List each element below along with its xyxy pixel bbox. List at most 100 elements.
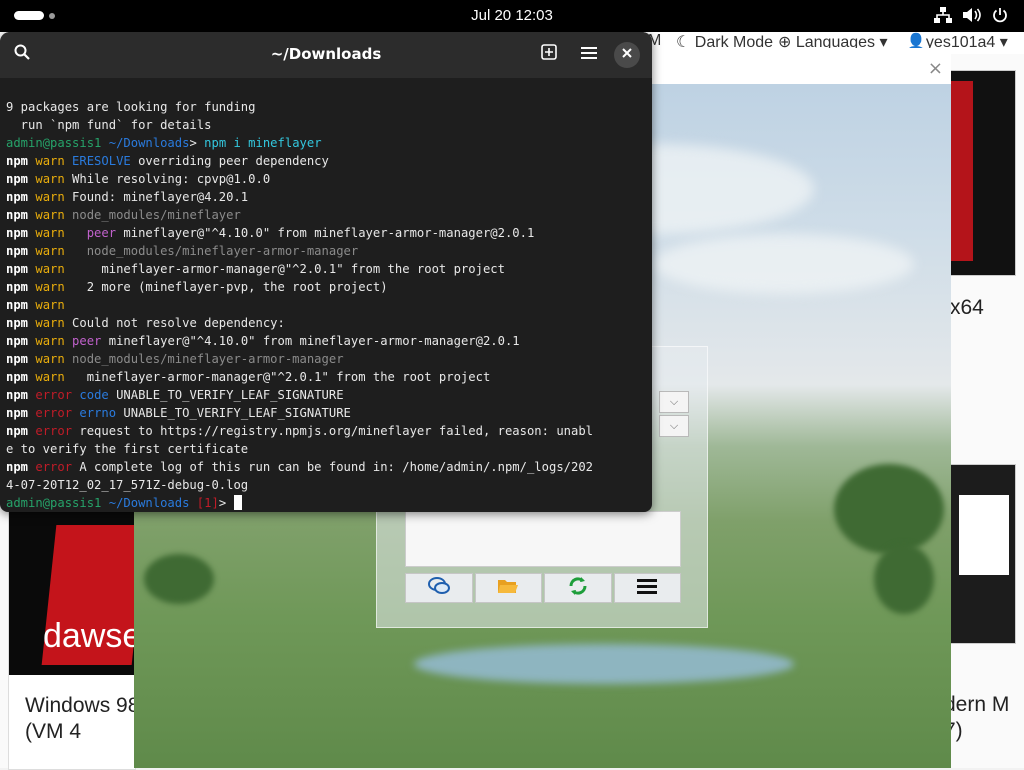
terminal-text: error bbox=[28, 460, 73, 474]
terminal-line: npm warn Found: mineflayer@4.20.1 bbox=[6, 188, 650, 206]
terminal-text: npm bbox=[6, 244, 29, 258]
thumbnail-logo-text: dawse bbox=[43, 617, 136, 655]
chevron-down-icon: ⌵ bbox=[669, 419, 679, 432]
vm-card-title[interactable]: Windows 98 Edition (VM 4 bbox=[25, 693, 135, 745]
terminal-text: warn bbox=[28, 298, 65, 312]
terminal-text: admin@passis1 bbox=[6, 496, 102, 510]
refresh-button[interactable] bbox=[544, 573, 612, 603]
terminal-window[interactable]: ~/Downloads 9 packages are looking for f… bbox=[0, 32, 652, 512]
terminal-text: warn bbox=[28, 352, 65, 366]
network-icon[interactable] bbox=[934, 7, 952, 27]
terminal-text: warn bbox=[28, 244, 65, 258]
chat-button[interactable] bbox=[405, 573, 473, 603]
cloud bbox=[654, 234, 914, 294]
vm-select-2[interactable]: ⌵ bbox=[659, 415, 689, 437]
terminal-title: ~/Downloads bbox=[270, 45, 382, 63]
terminal-text: warn bbox=[28, 190, 65, 204]
menu-button[interactable] bbox=[575, 42, 603, 68]
terminal-text: warn bbox=[28, 154, 65, 168]
clock[interactable]: Jul 20 12:03 bbox=[420, 7, 604, 24]
terminal-text: npm bbox=[6, 388, 29, 402]
terminal-text: While resolving: cpvp@1.0.0 bbox=[64, 172, 271, 186]
terminal-line: npm warn 2 more (mineflayer-pvp, the roo… bbox=[6, 278, 650, 296]
thumbnail-red-shape bbox=[951, 81, 973, 261]
terminal-text: node_modules/mineflayer-armor-manager bbox=[64, 352, 344, 366]
vm-card-thumbnail-right-2[interactable] bbox=[950, 464, 1016, 644]
vm-card-thumbnail-right[interactable] bbox=[950, 70, 1016, 276]
terminal-text: npm bbox=[6, 316, 29, 330]
vm-select-1[interactable]: ⌵ bbox=[659, 391, 689, 413]
terminal-header: ~/Downloads bbox=[0, 32, 652, 78]
terminal-text: 9 packages are looking for funding bbox=[6, 100, 256, 114]
terminal-text: npm bbox=[6, 262, 29, 276]
terminal-text: [1] bbox=[189, 496, 219, 510]
activities-button[interactable] bbox=[14, 11, 44, 20]
terminal-text: npm bbox=[6, 424, 29, 438]
chat-icon bbox=[427, 576, 450, 600]
terminal-text: npm bbox=[6, 334, 29, 348]
workspace-indicator[interactable] bbox=[49, 13, 55, 19]
terminal-text: admin@passis1 bbox=[6, 136, 102, 150]
terminal-text: npm bbox=[6, 226, 29, 240]
terminal-text: Found: mineflayer@4.20.1 bbox=[64, 190, 249, 204]
terminal-text: mineflayer-armor-manager@"^2.0.1" from t… bbox=[64, 262, 505, 276]
vm-input-area[interactable] bbox=[405, 511, 681, 567]
terminal-line: admin@passis1 ~/Downloads [1]> bbox=[6, 494, 650, 512]
terminal-text: mineflayer@"^4.10.0" from mineflayer-arm… bbox=[101, 334, 520, 348]
terminal-text: error bbox=[28, 424, 73, 438]
terminal-line: run `npm fund` for details bbox=[6, 116, 650, 134]
terminal-text: npm bbox=[6, 298, 29, 312]
close-icon[interactable]: × bbox=[928, 58, 943, 79]
terminal-text: overriding peer dependency bbox=[130, 154, 329, 168]
terminal-text: > bbox=[218, 496, 234, 510]
top-bar: Jul 20 12:03 bbox=[0, 0, 1024, 32]
terminal-text: warn bbox=[28, 370, 65, 384]
terminal-text: npm bbox=[6, 208, 29, 222]
terminal-text: warn bbox=[28, 280, 65, 294]
files-button[interactable] bbox=[474, 573, 542, 603]
terminal-text: code bbox=[79, 388, 109, 402]
terminal-text: error bbox=[28, 406, 73, 420]
terminal-line: npm error A complete log of this run can… bbox=[6, 458, 650, 476]
vm-card-windows98[interactable]: dawse Windows 98 Edition (VM 4 bbox=[8, 504, 136, 770]
close-button[interactable] bbox=[614, 42, 640, 68]
hamburger-icon bbox=[636, 577, 658, 600]
search-button[interactable] bbox=[8, 42, 36, 68]
terminal-text: request to https://registry.npmjs.org/mi… bbox=[72, 424, 594, 438]
terminal-text: warn bbox=[28, 172, 65, 186]
tree bbox=[144, 554, 214, 604]
terminal-text: warn bbox=[28, 262, 65, 276]
terminal-text: npm bbox=[6, 460, 29, 474]
terminal-text: warn bbox=[28, 334, 65, 348]
power-icon[interactable] bbox=[992, 7, 1008, 27]
menu-button[interactable] bbox=[613, 573, 681, 603]
volume-icon[interactable] bbox=[962, 7, 982, 27]
terminal-line: npm warn peer mineflayer@"^4.10.0" from … bbox=[6, 332, 650, 350]
terminal-text: npm bbox=[6, 280, 29, 294]
vm-card-title-right[interactable]: x64 bbox=[950, 296, 984, 320]
terminal-line: npm error request to https://registry.np… bbox=[6, 422, 650, 440]
terminal-line: npm warn While resolving: cpvp@1.0.0 bbox=[6, 170, 650, 188]
folder-icon bbox=[497, 577, 519, 600]
vm-card-title-right-2[interactable]: dern M 7) bbox=[944, 692, 1024, 744]
terminal-text: peer bbox=[86, 226, 117, 240]
terminal-text: 2 more (mineflayer-pvp, the root project… bbox=[64, 280, 388, 294]
terminal-output[interactable]: 9 packages are looking for funding run `… bbox=[6, 98, 650, 512]
terminal-text: npm bbox=[6, 406, 29, 420]
vm-toolbar bbox=[405, 573, 681, 603]
terminal-line: npm warn bbox=[6, 296, 650, 314]
terminal-line: admin@passis1 ~/Downloads> npm i minefla… bbox=[6, 134, 650, 152]
terminal-text: npm bbox=[6, 370, 29, 384]
terminal-text: warn bbox=[28, 208, 65, 222]
terminal-text: warn bbox=[28, 316, 65, 330]
terminal-text: warn bbox=[28, 226, 65, 240]
terminal-text: error bbox=[28, 388, 73, 402]
tree bbox=[874, 544, 934, 614]
terminal-text: Could not resolve dependency: bbox=[64, 316, 285, 330]
terminal-text: npm bbox=[6, 154, 29, 168]
new-tab-button[interactable] bbox=[535, 42, 563, 68]
terminal-text: errno bbox=[79, 406, 117, 420]
terminal-text: node_modules/mineflayer-armor-manager bbox=[64, 244, 359, 258]
